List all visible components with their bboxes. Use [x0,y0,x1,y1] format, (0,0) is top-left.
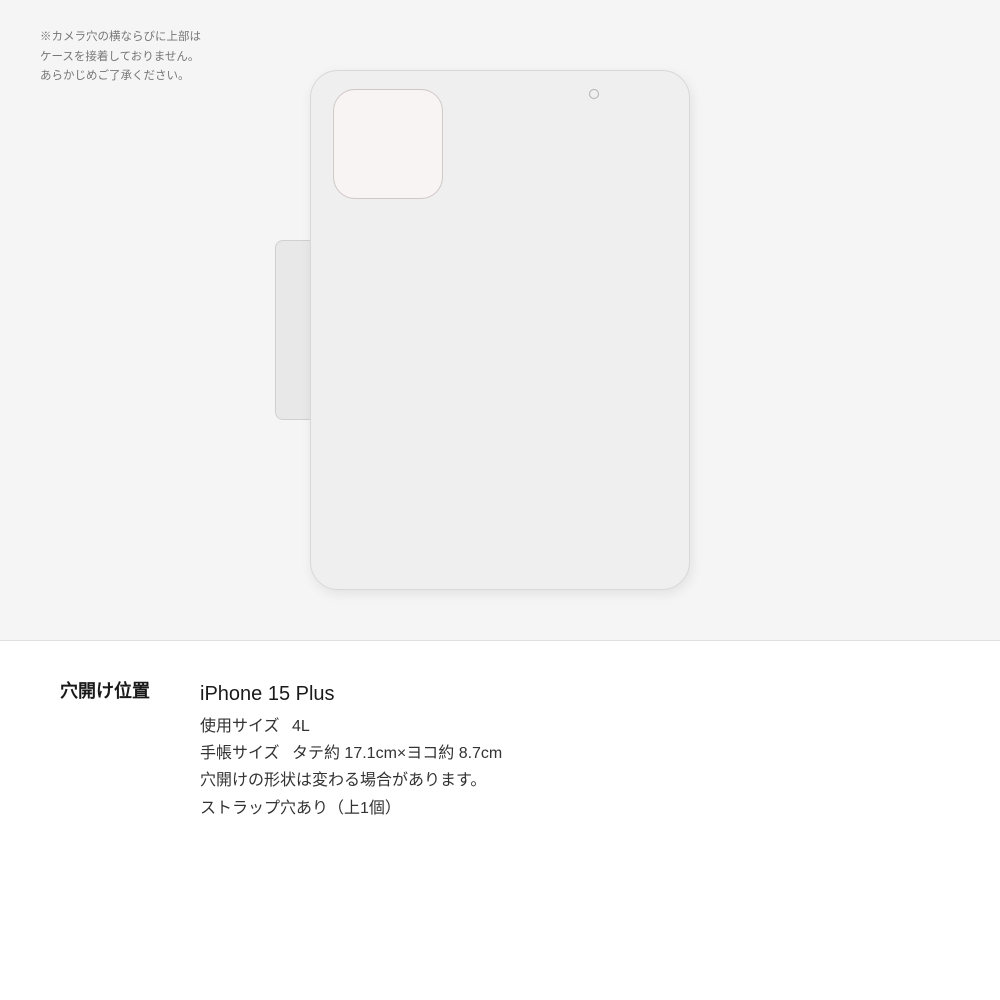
notebook-size-line: 手帳サイズ タテ約 17.1cm×ヨコ約 8.7cm [200,740,502,767]
hole-position-label: 穴開け位置 [60,677,200,703]
page-container: ※カメラ穴の横ならびに上部は ケースを接着しておりません。 あらかじめご了承くだ… [0,0,1000,1000]
case-wrapper [310,70,690,590]
notebook-size-label: 手帳サイズ [200,745,280,762]
model-name: iPhone 15 Plus [200,677,502,711]
notebook-size-value: タテ約 17.1cm×ヨコ約 8.7cm [292,745,502,762]
camera-cutout [333,89,443,199]
info-content-model: iPhone 15 Plus 使用サイズ 4L 手帳サイズ タテ約 17.1cm… [200,677,502,822]
info-row-model: 穴開け位置 iPhone 15 Plus 使用サイズ 4L 手帳サイズ タテ約 … [60,671,940,828]
info-section: 穴開け位置 iPhone 15 Plus 使用サイズ 4L 手帳サイズ タテ約 … [0,641,1000,1000]
hole-shape-line: 穴開けの形状は変わる場合があります。 [200,767,502,794]
size-line: 使用サイズ 4L [200,713,502,740]
case-body [310,70,690,590]
strap-hole [589,89,599,99]
camera-warning-text: ※カメラ穴の横ならびに上部は ケースを接着しておりません。 あらかじめご了承くだ… [40,28,201,87]
size-value: 4L [292,718,310,735]
case-illustration: ※カメラ穴の横ならびに上部は ケースを接着しておりません。 あらかじめご了承くだ… [0,0,1000,640]
info-table: 穴開け位置 iPhone 15 Plus 使用サイズ 4L 手帳サイズ タテ約 … [60,671,940,828]
size-label: 使用サイズ [200,718,280,735]
case-band [275,240,315,420]
strap-line: ストラップ穴あり（上1個） [200,795,502,822]
